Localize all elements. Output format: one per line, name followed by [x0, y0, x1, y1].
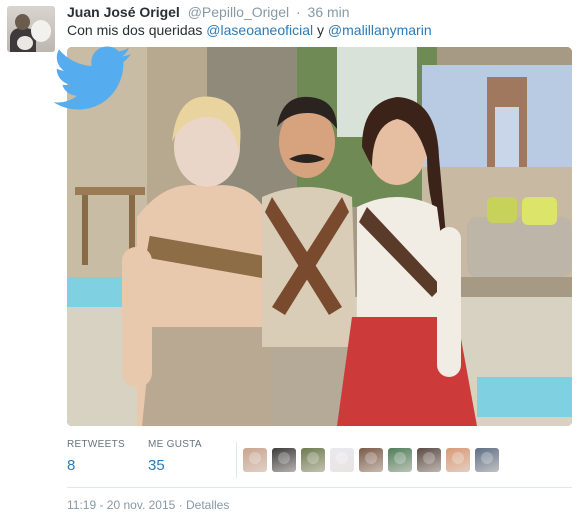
footer-separator: ·	[178, 498, 183, 512]
favoriter-avatar-4[interactable]	[330, 448, 354, 472]
details-link[interactable]: Detalles	[186, 498, 229, 512]
retweets-stat[interactable]: RETWEETS 8	[67, 438, 125, 476]
likes-stat[interactable]: ME GUSTA 35	[148, 438, 202, 476]
stats-divider	[236, 442, 237, 478]
tweet-card: Juan José Origel @Pepillo_Origel · 36 mi…	[0, 0, 585, 516]
author-handle[interactable]: @Pepillo_Origel	[188, 4, 289, 20]
author-name[interactable]: Juan José Origel	[67, 4, 180, 20]
retweets-label: RETWEETS	[67, 439, 125, 450]
tweet-photo[interactable]	[67, 47, 572, 426]
retweets-count[interactable]: 8	[67, 456, 125, 476]
mention-malillanymarin[interactable]: @malillanymarin	[328, 22, 432, 38]
likes-label: ME GUSTA	[148, 439, 202, 450]
mention-laseoaneoficial[interactable]: @laseoaneoficial	[206, 22, 313, 38]
footer-divider	[67, 487, 572, 488]
favoriter-avatar-5[interactable]	[359, 448, 383, 472]
tweet-text-middle: y	[313, 22, 328, 38]
favoriter-avatar-1[interactable]	[243, 448, 267, 472]
twitter-bird-icon	[53, 46, 131, 110]
tweet-header: Juan José Origel @Pepillo_Origel · 36 mi…	[67, 3, 350, 21]
favoriter-avatar-6[interactable]	[388, 448, 412, 472]
favoriter-avatar-8[interactable]	[446, 448, 470, 472]
tweet-time[interactable]: 36 min	[308, 4, 350, 20]
tweet-text: Con mis dos queridas @laseoaneoficial y …	[67, 20, 432, 40]
tweet-footer: 11:19 - 20 nov. 2015 · Detalles	[67, 497, 229, 513]
favoriter-avatar-9[interactable]	[475, 448, 499, 472]
author-avatar[interactable]	[7, 6, 55, 52]
favoriter-avatar-7[interactable]	[417, 448, 441, 472]
favoriter-avatar-2[interactable]	[272, 448, 296, 472]
tweet-timestamp[interactable]: 11:19 - 20 nov. 2015	[67, 498, 175, 512]
tweet-text-prefix: Con mis dos queridas	[67, 22, 207, 38]
header-separator: ·	[295, 4, 301, 20]
likes-count[interactable]: 35	[148, 456, 202, 476]
favoriter-avatar-3[interactable]	[301, 448, 325, 472]
